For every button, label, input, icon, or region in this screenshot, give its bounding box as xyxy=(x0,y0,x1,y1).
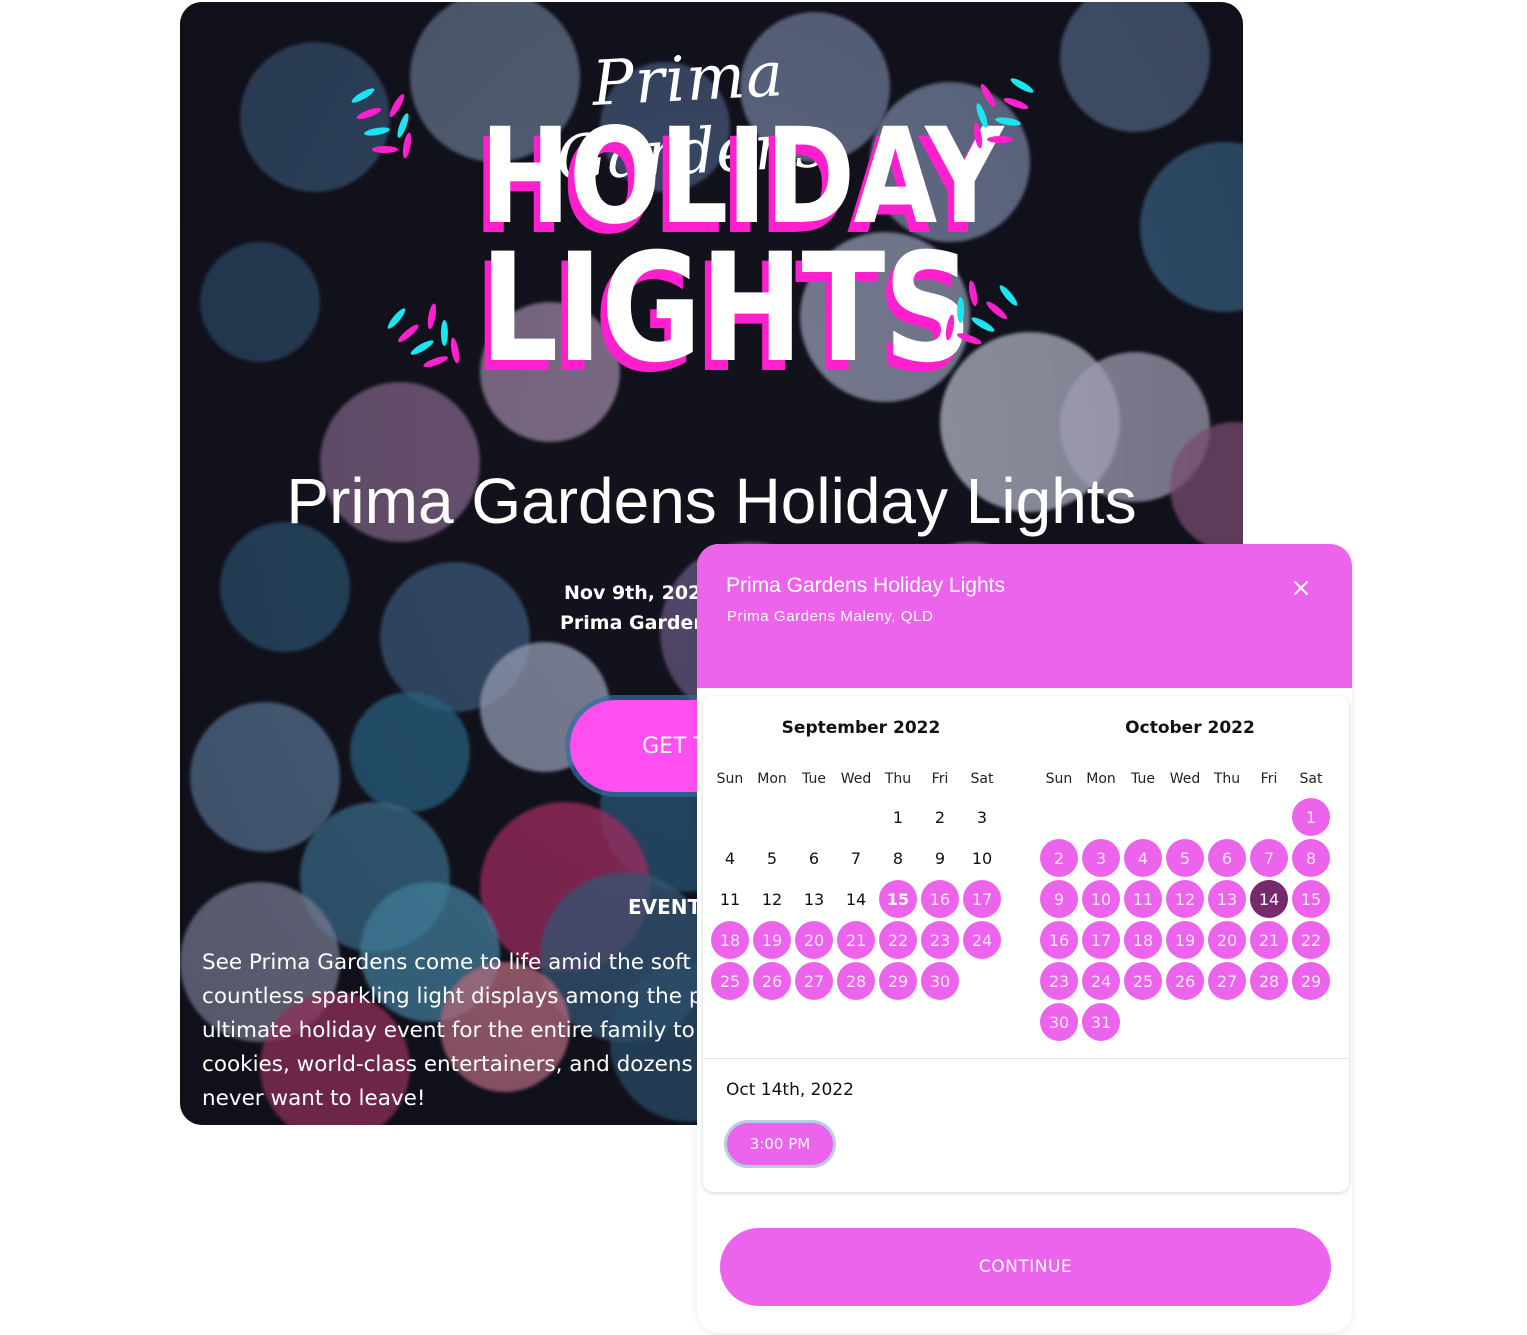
calendar-day[interactable]: 1 xyxy=(1292,798,1330,836)
calendar-day[interactable]: 28 xyxy=(837,962,875,1000)
calendar-day: 2 xyxy=(934,807,946,827)
calendar-day[interactable]: 6 xyxy=(1208,839,1246,877)
weekday-header: Wed xyxy=(840,771,872,787)
calendar-day[interactable]: 7 xyxy=(1250,839,1288,877)
calendar-day[interactable]: 17 xyxy=(1082,921,1120,959)
modal-title: Prima Gardens Holiday Lights xyxy=(726,574,1005,597)
event-title: Prima Gardens Holiday Lights xyxy=(286,465,1137,537)
weekday-header: Sun xyxy=(1045,771,1073,787)
calendar-day[interactable]: 25 xyxy=(1124,962,1162,1000)
calendar-day[interactable]: 17 xyxy=(963,880,1001,918)
sprig-bottom-left-icon xyxy=(383,299,467,395)
logo-lights-text: LIGHTS xyxy=(480,222,972,396)
calendar-day[interactable]: 22 xyxy=(1292,921,1330,959)
modal-subtitle: Prima Gardens Maleny, QLD xyxy=(727,608,934,625)
weekday-header: Sat xyxy=(970,771,994,787)
calendar-day[interactable]: 22 xyxy=(879,921,917,959)
calendar-day[interactable]: 16 xyxy=(1040,921,1078,959)
calendar-day[interactable]: 8 xyxy=(1292,839,1330,877)
weekday-header: Fri xyxy=(931,771,949,787)
weekday-header: Tue xyxy=(802,771,826,787)
calendar-day[interactable]: 30 xyxy=(921,962,959,1000)
calendar-day[interactable]: 21 xyxy=(837,921,875,959)
event-section-label: EVENT xyxy=(628,895,702,919)
weekday-header: Fri xyxy=(1260,771,1278,787)
calendar-day[interactable]: 24 xyxy=(963,921,1001,959)
calendar-day: 12 xyxy=(761,889,783,909)
calendar-day[interactable]: 26 xyxy=(753,962,791,1000)
calendar-day[interactable]: 9 xyxy=(1040,880,1078,918)
calendar-day[interactable]: 26 xyxy=(1166,962,1204,1000)
calendar-day[interactable]: 25 xyxy=(711,962,749,1000)
calendar-day: 7 xyxy=(850,848,862,868)
calendar-day: 4 xyxy=(724,848,736,868)
calendar-day[interactable]: 15 xyxy=(1292,880,1330,918)
weekday-header: Mon xyxy=(757,771,787,787)
calendar-day[interactable]: 23 xyxy=(1040,962,1078,1000)
event-venue: Prima Garden xyxy=(560,612,707,634)
close-icon xyxy=(1294,581,1308,595)
calendar-day: 6 xyxy=(808,848,820,868)
calendar-day[interactable]: 19 xyxy=(753,921,791,959)
weekday-header: Tue xyxy=(1131,771,1155,787)
calendar-divider xyxy=(703,1058,1349,1059)
calendar-day[interactable]: 20 xyxy=(795,921,833,959)
time-slot-button[interactable]: 3:00 PM xyxy=(724,1120,836,1168)
calendar-day[interactable]: 19 xyxy=(1166,921,1204,959)
calendar-day[interactable]: 27 xyxy=(1208,962,1246,1000)
calendar-day[interactable]: 16 xyxy=(921,880,959,918)
weekday-header: Sat xyxy=(1299,771,1323,787)
weekday-header: Mon xyxy=(1086,771,1116,787)
calendar-day-selected[interactable]: 14 xyxy=(1250,880,1288,918)
sprig-top-right-icon xyxy=(972,75,1036,162)
calendar-day: 13 xyxy=(803,889,825,909)
calendar-day[interactable]: 2 xyxy=(1040,839,1078,877)
weekday-header: Sun xyxy=(716,771,744,787)
calendar-day: 10 xyxy=(971,848,993,868)
calendar-day[interactable]: 15 xyxy=(879,880,917,918)
calendar-day: 9 xyxy=(934,848,946,868)
month-title: October 2022 xyxy=(1125,718,1255,738)
calendar-day[interactable]: 11 xyxy=(1124,880,1162,918)
calendar-day: 1 xyxy=(892,807,904,827)
weekday-header: Thu xyxy=(884,771,912,787)
event-logo: Prima Gardens HOLIDAY LIGHTS xyxy=(180,22,1243,396)
selected-date-label: Oct 14th, 2022 xyxy=(726,1080,854,1100)
weekday-header: Wed xyxy=(1169,771,1201,787)
calendar-day[interactable]: 4 xyxy=(1124,839,1162,877)
calendar-day[interactable]: 28 xyxy=(1250,962,1288,1000)
calendar-day: 11 xyxy=(719,889,741,909)
modal-header: Prima Gardens Holiday Lights Prima Garde… xyxy=(697,544,1352,688)
calendar-day[interactable]: 3 xyxy=(1082,839,1120,877)
calendar-day[interactable]: 29 xyxy=(1292,962,1330,1000)
calendar-day[interactable]: 12 xyxy=(1166,880,1204,918)
calendar-day[interactable]: 31 xyxy=(1082,1003,1120,1041)
calendar-day[interactable]: 30 xyxy=(1040,1003,1078,1041)
calendar-day[interactable]: 10 xyxy=(1082,880,1120,918)
calendar-day[interactable]: 18 xyxy=(1124,921,1162,959)
calendar-day[interactable]: 24 xyxy=(1082,962,1120,1000)
close-button[interactable] xyxy=(1289,576,1313,600)
calendar-day[interactable]: 21 xyxy=(1250,921,1288,959)
calendar-day: 5 xyxy=(766,848,778,868)
calendar-day: 14 xyxy=(845,889,867,909)
weekday-header: Thu xyxy=(1213,771,1241,787)
calendar-card: September 2022 Sun Mon Tue Wed Thu Fri Sat 1 2 3 4… xyxy=(703,696,1349,1192)
calendar-day[interactable]: 27 xyxy=(795,962,833,1000)
calendar-day: 8 xyxy=(892,848,904,868)
calendar-day[interactable]: 29 xyxy=(879,962,917,1000)
sprig-top-left-icon xyxy=(349,85,413,172)
calendar-day[interactable]: 18 xyxy=(711,921,749,959)
calendar-day: 3 xyxy=(976,807,988,827)
continue-button[interactable]: CONTINUE xyxy=(720,1228,1331,1306)
calendar-day[interactable]: 13 xyxy=(1208,880,1246,918)
calendar-day[interactable]: 5 xyxy=(1166,839,1204,877)
date-picker-modal: Prima Gardens Holiday Lights Prima Garde… xyxy=(697,544,1352,1333)
month-title: September 2022 xyxy=(781,718,941,738)
calendar-day[interactable]: 23 xyxy=(921,921,959,959)
calendar-day[interactable]: 20 xyxy=(1208,921,1246,959)
